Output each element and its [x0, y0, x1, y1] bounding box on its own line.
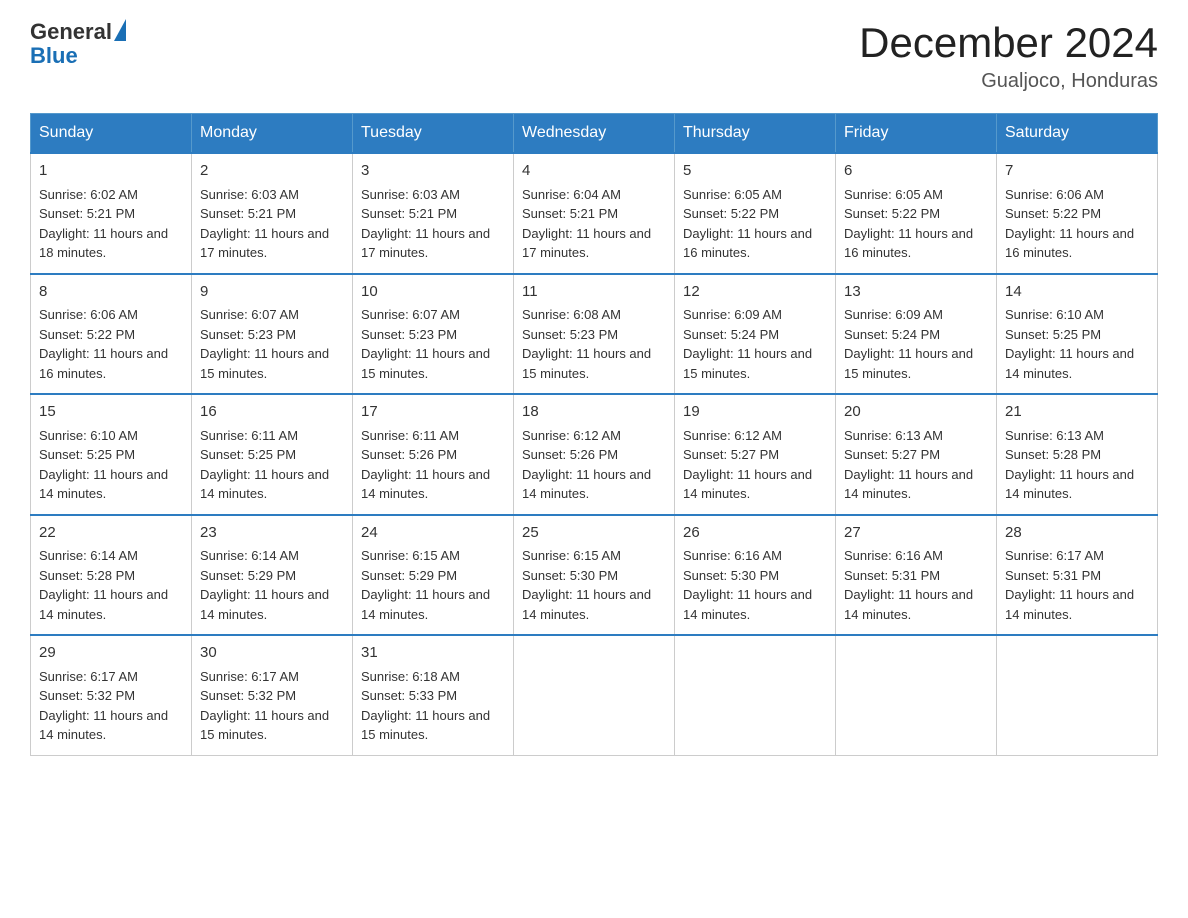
day-number: 7	[1005, 160, 1149, 183]
table-row: 19Sunrise: 6:12 AMSunset: 5:27 PMDayligh…	[675, 394, 836, 515]
day-number: 17	[361, 401, 505, 424]
table-row	[997, 635, 1158, 755]
header-sunday: Sunday	[31, 114, 192, 154]
logo-text-blue: Blue	[30, 44, 126, 68]
table-row: 3Sunrise: 6:03 AMSunset: 5:21 PMDaylight…	[353, 153, 514, 274]
table-row: 28Sunrise: 6:17 AMSunset: 5:31 PMDayligh…	[997, 515, 1158, 636]
day-number: 18	[522, 401, 666, 424]
table-row: 1Sunrise: 6:02 AMSunset: 5:21 PMDaylight…	[31, 153, 192, 274]
day-number: 11	[522, 281, 666, 304]
calendar-week-row: 29Sunrise: 6:17 AMSunset: 5:32 PMDayligh…	[31, 635, 1158, 755]
table-row: 7Sunrise: 6:06 AMSunset: 5:22 PMDaylight…	[997, 153, 1158, 274]
page-header: General Blue December 2024 Gualjoco, Hon…	[30, 20, 1158, 93]
table-row: 12Sunrise: 6:09 AMSunset: 5:24 PMDayligh…	[675, 274, 836, 395]
table-row: 9Sunrise: 6:07 AMSunset: 5:23 PMDaylight…	[192, 274, 353, 395]
day-number: 23	[200, 522, 344, 545]
day-number: 15	[39, 401, 183, 424]
day-number: 31	[361, 642, 505, 665]
table-row: 23Sunrise: 6:14 AMSunset: 5:29 PMDayligh…	[192, 515, 353, 636]
day-number: 3	[361, 160, 505, 183]
day-number: 29	[39, 642, 183, 665]
header-monday: Monday	[192, 114, 353, 154]
header-tuesday: Tuesday	[353, 114, 514, 154]
table-row: 14Sunrise: 6:10 AMSunset: 5:25 PMDayligh…	[997, 274, 1158, 395]
table-row: 25Sunrise: 6:15 AMSunset: 5:30 PMDayligh…	[514, 515, 675, 636]
table-row: 6Sunrise: 6:05 AMSunset: 5:22 PMDaylight…	[836, 153, 997, 274]
day-number: 16	[200, 401, 344, 424]
header-saturday: Saturday	[997, 114, 1158, 154]
table-row: 29Sunrise: 6:17 AMSunset: 5:32 PMDayligh…	[31, 635, 192, 755]
title-section: December 2024 Gualjoco, Honduras	[859, 20, 1158, 93]
table-row: 27Sunrise: 6:16 AMSunset: 5:31 PMDayligh…	[836, 515, 997, 636]
day-number: 13	[844, 281, 988, 304]
header-thursday: Thursday	[675, 114, 836, 154]
calendar-week-row: 1Sunrise: 6:02 AMSunset: 5:21 PMDaylight…	[31, 153, 1158, 274]
table-row: 18Sunrise: 6:12 AMSunset: 5:26 PMDayligh…	[514, 394, 675, 515]
day-number: 27	[844, 522, 988, 545]
table-row: 20Sunrise: 6:13 AMSunset: 5:27 PMDayligh…	[836, 394, 997, 515]
day-number: 14	[1005, 281, 1149, 304]
day-number: 9	[200, 281, 344, 304]
table-row: 16Sunrise: 6:11 AMSunset: 5:25 PMDayligh…	[192, 394, 353, 515]
table-row: 5Sunrise: 6:05 AMSunset: 5:22 PMDaylight…	[675, 153, 836, 274]
day-number: 4	[522, 160, 666, 183]
logo-triangle-icon	[114, 19, 126, 41]
logo: General Blue	[30, 20, 126, 68]
day-number: 5	[683, 160, 827, 183]
day-number: 26	[683, 522, 827, 545]
calendar-week-row: 8Sunrise: 6:06 AMSunset: 5:22 PMDaylight…	[31, 274, 1158, 395]
table-row: 11Sunrise: 6:08 AMSunset: 5:23 PMDayligh…	[514, 274, 675, 395]
table-row: 26Sunrise: 6:16 AMSunset: 5:30 PMDayligh…	[675, 515, 836, 636]
day-number: 12	[683, 281, 827, 304]
day-number: 22	[39, 522, 183, 545]
table-row: 24Sunrise: 6:15 AMSunset: 5:29 PMDayligh…	[353, 515, 514, 636]
table-row: 8Sunrise: 6:06 AMSunset: 5:22 PMDaylight…	[31, 274, 192, 395]
day-number: 10	[361, 281, 505, 304]
logo-text-general: General	[30, 20, 112, 44]
table-row: 22Sunrise: 6:14 AMSunset: 5:28 PMDayligh…	[31, 515, 192, 636]
day-number: 25	[522, 522, 666, 545]
table-row	[836, 635, 997, 755]
table-row	[675, 635, 836, 755]
table-row: 30Sunrise: 6:17 AMSunset: 5:32 PMDayligh…	[192, 635, 353, 755]
day-number: 20	[844, 401, 988, 424]
day-number: 24	[361, 522, 505, 545]
day-number: 1	[39, 160, 183, 183]
day-number: 30	[200, 642, 344, 665]
table-row: 10Sunrise: 6:07 AMSunset: 5:23 PMDayligh…	[353, 274, 514, 395]
calendar-table: Sunday Monday Tuesday Wednesday Thursday…	[30, 113, 1158, 756]
header-friday: Friday	[836, 114, 997, 154]
month-title: December 2024	[859, 20, 1158, 66]
weekday-header-row: Sunday Monday Tuesday Wednesday Thursday…	[31, 114, 1158, 154]
table-row	[514, 635, 675, 755]
table-row: 21Sunrise: 6:13 AMSunset: 5:28 PMDayligh…	[997, 394, 1158, 515]
header-wednesday: Wednesday	[514, 114, 675, 154]
table-row: 2Sunrise: 6:03 AMSunset: 5:21 PMDaylight…	[192, 153, 353, 274]
calendar-week-row: 15Sunrise: 6:10 AMSunset: 5:25 PMDayligh…	[31, 394, 1158, 515]
day-number: 21	[1005, 401, 1149, 424]
table-row: 17Sunrise: 6:11 AMSunset: 5:26 PMDayligh…	[353, 394, 514, 515]
day-number: 8	[39, 281, 183, 304]
table-row: 31Sunrise: 6:18 AMSunset: 5:33 PMDayligh…	[353, 635, 514, 755]
day-number: 19	[683, 401, 827, 424]
calendar-week-row: 22Sunrise: 6:14 AMSunset: 5:28 PMDayligh…	[31, 515, 1158, 636]
table-row: 15Sunrise: 6:10 AMSunset: 5:25 PMDayligh…	[31, 394, 192, 515]
day-number: 2	[200, 160, 344, 183]
location-title: Gualjoco, Honduras	[859, 70, 1158, 93]
table-row: 4Sunrise: 6:04 AMSunset: 5:21 PMDaylight…	[514, 153, 675, 274]
day-number: 28	[1005, 522, 1149, 545]
day-number: 6	[844, 160, 988, 183]
table-row: 13Sunrise: 6:09 AMSunset: 5:24 PMDayligh…	[836, 274, 997, 395]
